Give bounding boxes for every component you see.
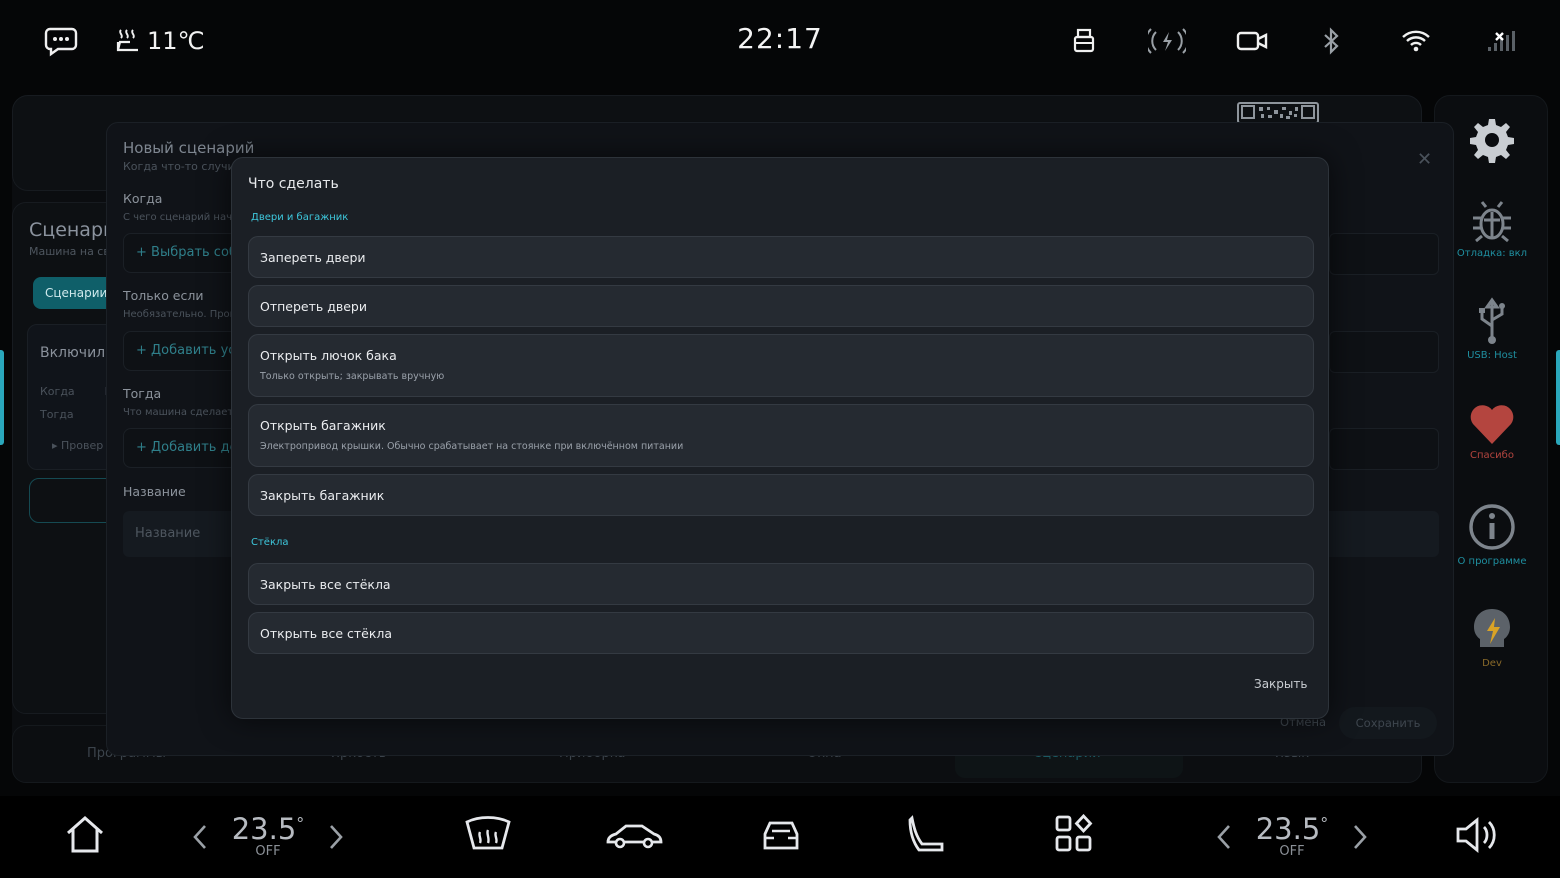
scenarios-panel-subtitle: Машина на св (29, 245, 110, 258)
action-title: Открыть лючок бака (260, 348, 397, 363)
scenarios-panel-title: Сценари (29, 219, 116, 241)
action-description: Только открыть; закрывать вручную (260, 371, 445, 382)
wireless-charge-icon[interactable] (1148, 22, 1186, 60)
left-temp-increase-icon[interactable] (328, 824, 344, 850)
wifi-icon[interactable] (1401, 22, 1431, 60)
action-title: Открыть все стёкла (260, 626, 393, 641)
right-temp-decrease-icon[interactable] (1216, 824, 1232, 850)
close-icon[interactable]: ✕ (1417, 149, 1432, 170)
condition-value-field[interactable] (1329, 331, 1439, 373)
car-front-icon[interactable] (758, 814, 804, 856)
action-close-trunk[interactable]: Закрыть багажник (248, 474, 1314, 516)
seat-icon[interactable] (906, 814, 946, 856)
scenario-card-check[interactable]: ▸ Провер (52, 439, 103, 452)
right-temp-display: 23.5° OFF (1247, 812, 1337, 859)
scenario-dialog-title: Новый сценарий (123, 139, 255, 157)
action-close-all-windows[interactable]: Закрыть все стёкла (248, 563, 1314, 605)
then-label: Тогда (123, 386, 162, 401)
action-title: Отпереть двери (260, 299, 367, 314)
scenario-card-then: Тогда (40, 408, 74, 421)
car-side-icon[interactable] (604, 814, 664, 856)
qr-code-icon (1237, 102, 1319, 124)
apps-grid-icon[interactable] (1054, 814, 1094, 854)
right-temp-value: 23.5 (1255, 812, 1321, 846)
action-unlock-doors[interactable]: Отпереть двери (248, 285, 1314, 327)
group-label-doors: Двери и багажник (251, 212, 349, 223)
bluetooth-icon[interactable] (1322, 22, 1342, 60)
action-title: Закрыть все стёкла (260, 577, 391, 592)
action-lock-doors[interactable]: Запереть двери (248, 236, 1314, 278)
when-value-field[interactable] (1329, 233, 1439, 275)
only-if-label: Только если (123, 288, 204, 303)
scenario-card-when: Когда (40, 385, 75, 398)
name-label: Название (123, 484, 186, 499)
right-temp-increase-icon[interactable] (1352, 824, 1368, 850)
action-title: Запереть двери (260, 250, 366, 265)
volume-icon[interactable] (1454, 814, 1498, 856)
action-description: Электропривод крышки. Обычно срабатывает… (260, 441, 684, 452)
only-if-hint: Необязательно. Прове (123, 309, 242, 320)
action-title: Открыть багажник (260, 418, 386, 433)
right-temp-unit: ° (1320, 814, 1329, 833)
action-open-fuel-door[interactable]: Открыть лючок бака Только открыть; закры… (248, 334, 1314, 397)
message-icon[interactable] (44, 22, 78, 60)
left-temp-decrease-icon[interactable] (192, 824, 208, 850)
modal-title: Что сделать (248, 176, 339, 192)
left-temp-display: 23.5° OFF (223, 812, 313, 859)
no-signal-icon (1486, 22, 1516, 60)
left-temp-status: OFF (255, 844, 281, 859)
save-button[interactable]: Сохранить (1339, 707, 1437, 739)
right-temp-status: OFF (1279, 844, 1305, 859)
left-temp-value: 23.5 (231, 812, 297, 846)
left-edge-indicator (0, 350, 4, 445)
action-list[interactable]: Двери и багажник Запереть двери Отпереть… (248, 206, 1314, 654)
camera-icon[interactable] (1236, 22, 1268, 60)
left-temp-unit: ° (296, 814, 305, 833)
usb-drive-icon[interactable] (1070, 22, 1098, 60)
action-title: Закрыть багажник (260, 488, 385, 503)
then-hint: Что машина сделает. (123, 407, 237, 418)
when-hint: С чего сценарий начи (123, 212, 239, 223)
when-label: Когда (123, 191, 163, 206)
action-value-field[interactable] (1329, 428, 1439, 470)
status-bar: 11℃ 22:17 (0, 0, 1560, 82)
modal-close-button[interactable]: Закрыть (1254, 677, 1307, 691)
outside-temp-value: 11℃ (147, 27, 205, 55)
group-label-windows: Стёкла (251, 537, 289, 548)
scenario-dialog-subtitle: Когда что-то случил (123, 160, 242, 173)
home-icon[interactable] (64, 814, 106, 856)
action-open-all-windows[interactable]: Открыть все стёкла (248, 612, 1314, 654)
scenario-card-title: Включили (40, 345, 115, 361)
seat-heat-icon (115, 27, 141, 55)
clock: 22:17 (737, 22, 823, 55)
action-open-trunk[interactable]: Открыть багажник Электропривод крышки. О… (248, 404, 1314, 467)
outside-temp: 11℃ (115, 22, 205, 60)
windshield-defrost-icon[interactable] (464, 814, 512, 856)
car-control-bar: 23.5° OFF 23.5° OFF (0, 796, 1560, 878)
right-edge-indicator (1556, 350, 1560, 445)
action-picker-modal: Что сделать Двери и багажник Запереть дв… (231, 157, 1329, 719)
